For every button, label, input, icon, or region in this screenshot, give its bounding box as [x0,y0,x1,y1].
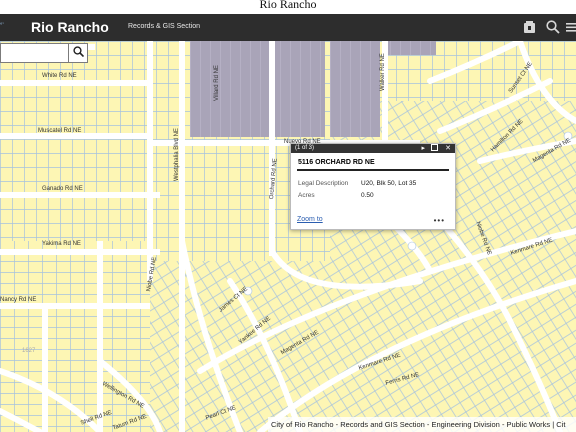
popup-header: (1 of 3) ▸ ✕ [291,144,455,153]
parcel-layer [0,41,576,432]
close-icon[interactable]: ✕ [445,144,451,153]
zoom-to-link[interactable]: Zoom to [297,216,323,223]
field-label: Acres [298,192,315,199]
app-title: Rio Rancho [31,19,109,35]
street-label: Walker Rd NE [380,53,386,91]
map-attribution: City of Rio Rancho - Records and GIS Sec… [268,417,576,432]
more-actions-icon[interactable]: ••• [434,216,445,225]
field-label: Legal Description [298,180,349,187]
app-subtitle: Records & GIS Section [128,23,200,30]
menu-icon[interactable] [566,19,576,35]
street-label: Villard Rd NE [214,65,220,101]
street-label: White Rd NE [42,73,77,79]
street-label: Muscatel Rd NE [38,128,82,134]
street-label: Westphalia Blvd NE [174,128,180,181]
search-input[interactable] [0,43,69,63]
search-button[interactable] [68,43,88,63]
field-value: 0.50 [361,192,374,199]
street-label: Nancy Rd NE [0,297,37,303]
search-icon[interactable] [545,19,561,35]
popup-address: 5116 ORCHARD RD NE [298,159,375,166]
search-icon [72,44,84,62]
app-header: °’ Rio Rancho Records & GIS Section [0,14,576,41]
page-heading: Rio Rancho [259,0,317,11]
feature-popup: (1 of 3) ▸ ✕ 5116 ORCHARD RD NE Legal De… [290,143,456,230]
maximize-icon[interactable] [431,144,438,154]
field-value: U20, Blk 50, Lot 35 [361,180,417,187]
map-view[interactable]: White Rd NE Muscatel Rd NE Ganado Rd NE … [0,41,576,432]
street-label: Yakima Rd NE [42,241,81,247]
parcel-number: 1627 [22,348,36,354]
popup-divider [297,169,449,171]
bookmark-icon[interactable] [521,19,537,35]
next-feature-icon[interactable]: ▸ [421,144,425,153]
popup-pager: (1 of 3) [295,145,315,151]
street-label: Ganado Rd NE [42,186,83,192]
city-logo: °’ [0,23,4,29]
